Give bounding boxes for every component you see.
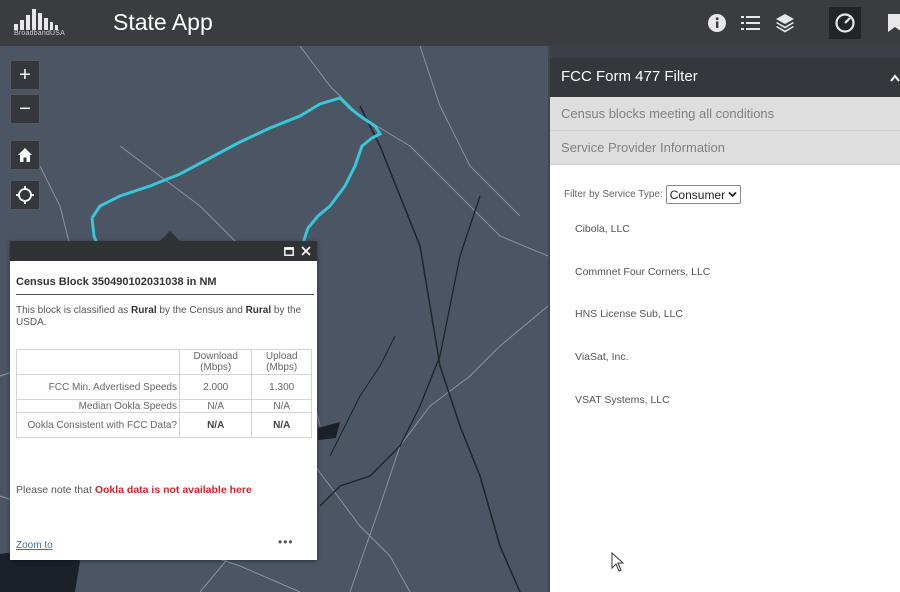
upload-value: N/A: [251, 412, 312, 438]
home-icon: [18, 148, 32, 162]
section-service-provider[interactable]: Service Provider Information: [550, 131, 900, 165]
panel-title: FCC Form 477 Filter: [561, 68, 698, 85]
row-label: Ookla Consistent with FCC Data?: [16, 412, 180, 438]
mouse-cursor-icon: [611, 552, 625, 572]
zoom-to-link[interactable]: Zoom to: [16, 540, 53, 551]
filter-panel: FCC Form 477 Filter Census blocks meetin…: [550, 58, 900, 592]
row-label: Median Ookla Speeds: [16, 399, 180, 413]
collapse-icon[interactable]: [890, 72, 900, 84]
column-header-download: Download (Mbps): [178, 349, 253, 375]
row-label: FCC Min. Advertised Speeds: [16, 374, 180, 400]
broadband-usa-logo[interactable]: BroadbandUSA: [14, 8, 88, 38]
app-title: State App: [113, 9, 213, 35]
download-value: N/A: [178, 399, 253, 413]
provider-item[interactable]: Cibola, LLC: [575, 223, 630, 235]
home-button[interactable]: [10, 140, 40, 170]
filter-label: Filter by Service Type:: [564, 189, 663, 200]
locate-button[interactable]: [10, 180, 40, 210]
service-type-select[interactable]: Consumer: [665, 185, 742, 204]
block-classification: This block is classified as Rural by the…: [16, 305, 302, 328]
zoom-out-button[interactable]: −: [10, 94, 40, 124]
locate-icon: [16, 186, 34, 204]
ookla-note: Please note that Ookla data is not avail…: [16, 484, 252, 496]
logo-text: BroadbandUSA: [14, 30, 66, 37]
table-row: FCC Min. Advertised Speeds 2.000 1.300: [16, 374, 312, 400]
zoom-in-button[interactable]: +: [10, 60, 40, 90]
app-header: BroadbandUSA State App: [0, 0, 900, 46]
service-type-filter: Filter by Service Type: Consumer: [564, 185, 742, 204]
bookmark-icon[interactable]: [878, 7, 900, 39]
provider-item[interactable]: HNS License Sub, LLC: [575, 308, 683, 320]
table-row: Ookla Consistent with FCC Data? N/A N/A: [16, 412, 312, 438]
logo-bars-icon: [14, 8, 58, 30]
provider-item[interactable]: Commnet Four Corners, LLC: [575, 266, 710, 278]
popup-pointer: [160, 231, 180, 241]
table-row: Median Ookla Speeds N/A N/A: [16, 399, 312, 413]
census-block-popup: Census Block 350490102031038 in NM This …: [10, 231, 317, 560]
provider-item[interactable]: ViaSat, Inc.: [575, 351, 629, 363]
maximize-icon[interactable]: [282, 243, 296, 259]
section-census-blocks[interactable]: Census blocks meeting all conditions: [550, 97, 900, 131]
download-value: N/A: [178, 412, 253, 438]
more-options-icon[interactable]: •••: [278, 535, 294, 549]
upload-value: N/A: [251, 399, 312, 413]
info-icon[interactable]: [701, 7, 733, 39]
column-header-upload: Upload (Mbps): [251, 349, 312, 375]
close-icon[interactable]: [299, 243, 313, 259]
upload-value: 1.300: [251, 374, 312, 400]
gauge-icon[interactable]: [829, 7, 861, 39]
divider: [16, 294, 314, 295]
table-header-row: Download (Mbps) Upload (Mbps): [16, 349, 312, 375]
speeds-table: Download (Mbps) Upload (Mbps) FCC Min. A…: [16, 349, 312, 438]
popup-title: Census Block 350490102031038 in NM: [16, 276, 217, 288]
download-value: 2.000: [178, 374, 253, 400]
list-icon[interactable]: [735, 7, 767, 39]
chevron-down-icon: [728, 191, 737, 198]
popup-header: [10, 241, 317, 261]
provider-item[interactable]: VSAT Systems, LLC: [575, 394, 670, 406]
panel-header: FCC Form 477 Filter: [550, 58, 900, 97]
layers-icon[interactable]: [769, 7, 801, 39]
